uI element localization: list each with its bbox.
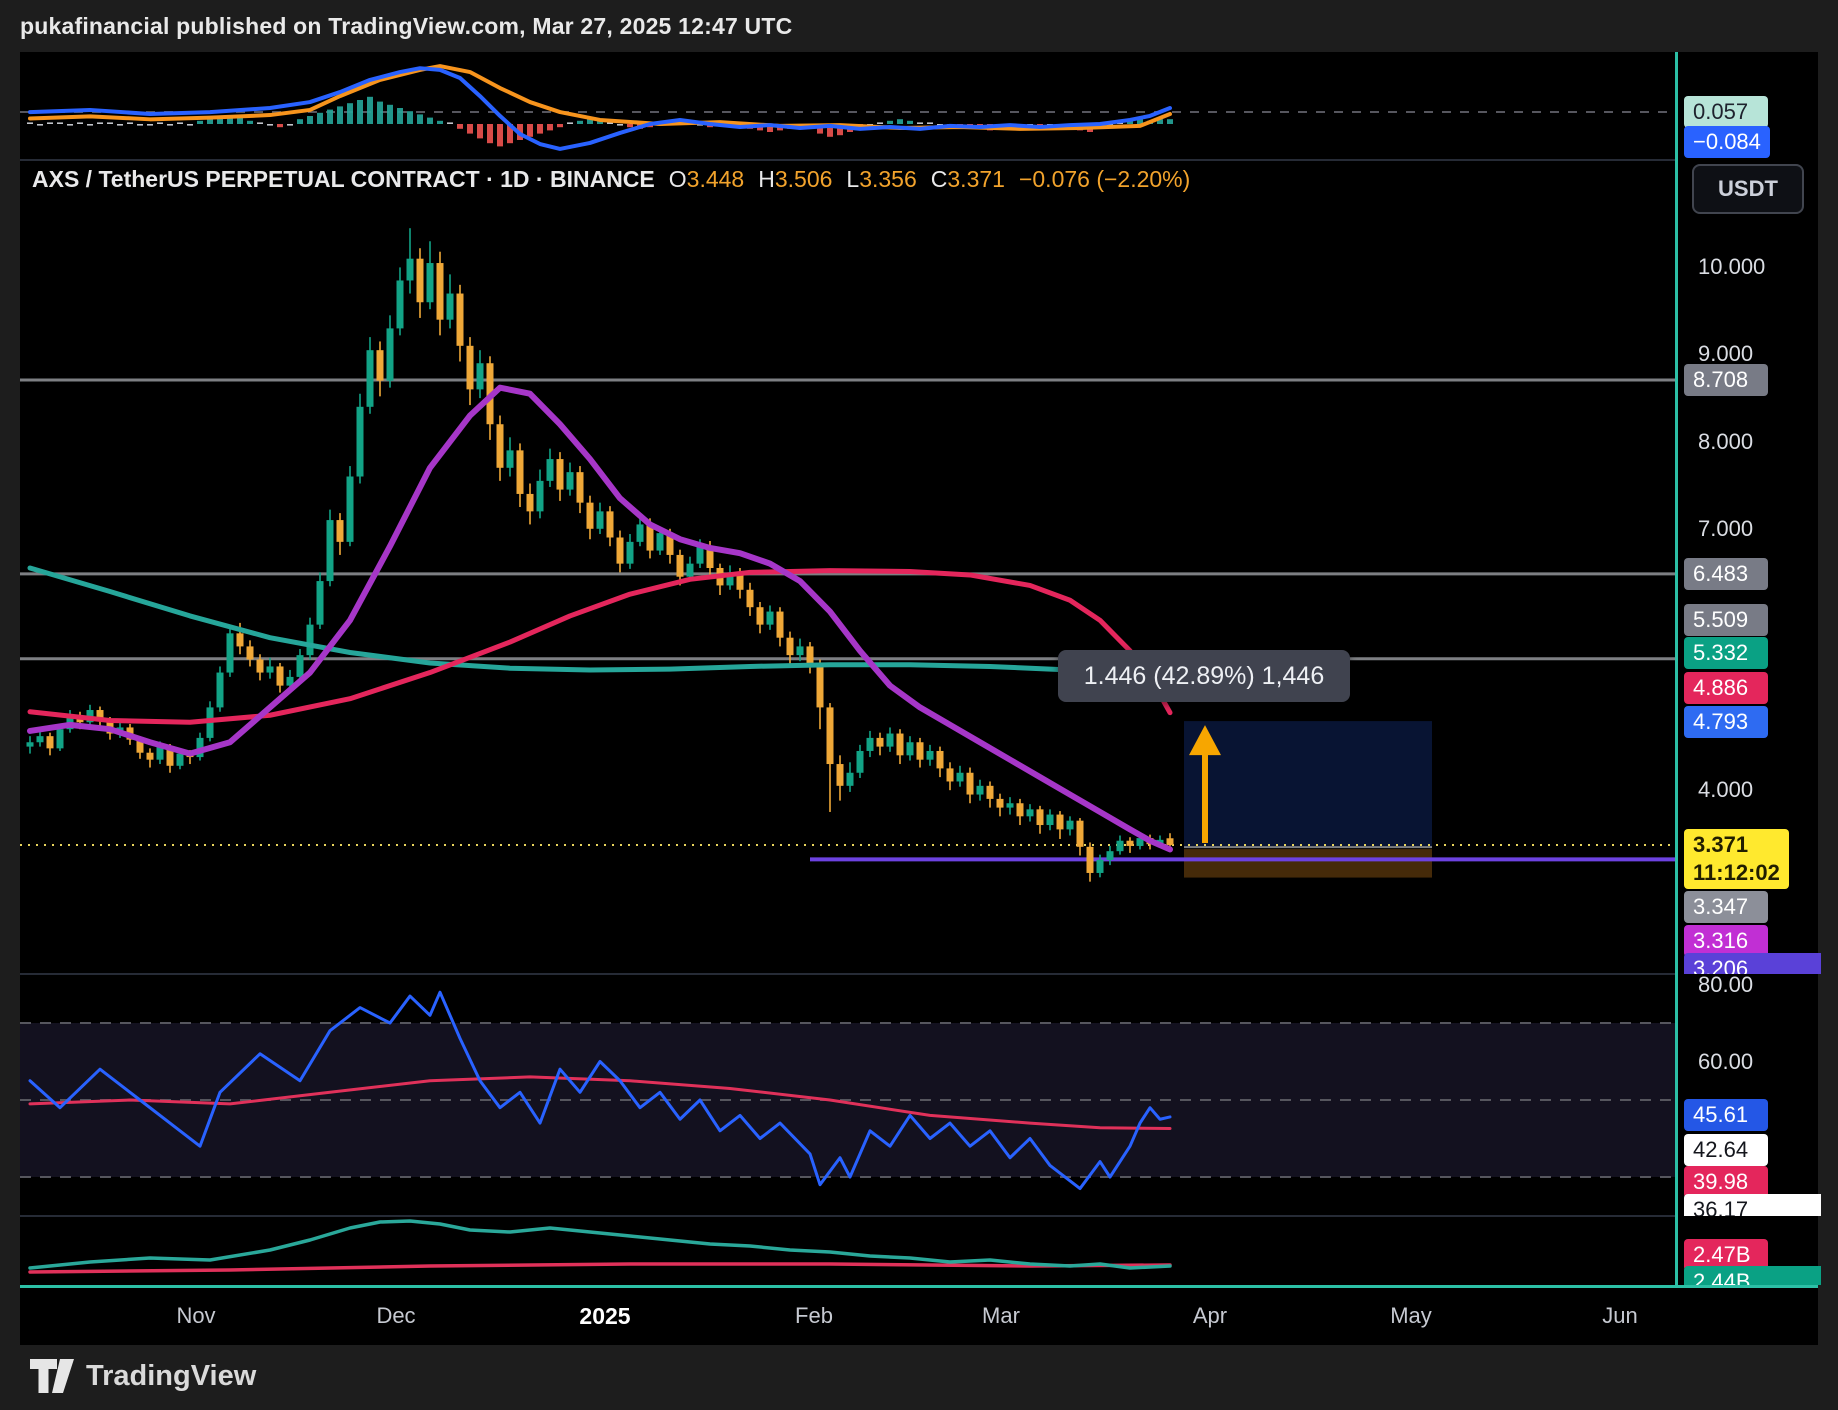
- low-value: 3.356: [859, 166, 917, 192]
- publish-header: pukafinancial published on TradingView.c…: [20, 0, 792, 52]
- clipped-label-wrap: 2.44B: [1678, 1266, 1821, 1285]
- price-label-4.793: 4.793: [1684, 706, 1768, 738]
- last-price-label: 3.37111:12:02: [1684, 829, 1789, 889]
- price-label-60.00: 60.00: [1684, 1046, 1768, 1078]
- tradingview-logo-icon: [30, 1359, 74, 1393]
- tradingview-brand-text: TradingView: [86, 1360, 256, 1393]
- time-label-Nov: Nov: [176, 1303, 215, 1329]
- high-value: 3.506: [775, 166, 833, 192]
- price-label-42.64: 42.64: [1684, 1134, 1768, 1166]
- change-value: −0.076 (−2.20%): [1019, 166, 1190, 192]
- measure-tool-shape: [1184, 721, 1432, 877]
- price-label-0.057: 0.057: [1684, 96, 1768, 128]
- chart-container: AXS / TetherUS PERPETUAL CONTRACT · 1D ·…: [20, 52, 1818, 1345]
- candles-layer: [27, 228, 1174, 881]
- time-label-Dec: Dec: [376, 1303, 415, 1329]
- price-label-8.708: 8.708: [1684, 364, 1768, 396]
- time-label-2025: 2025: [579, 1303, 630, 1330]
- gray-level-lines: [20, 380, 1675, 659]
- measure-tooltip: 1.446 (42.89%) 1,446: [1058, 650, 1350, 702]
- time-label-Jun: Jun: [1602, 1303, 1637, 1329]
- low-label: L: [846, 166, 859, 192]
- price-label-10.000: 10.000: [1684, 251, 1774, 283]
- time-label-May: May: [1390, 1303, 1432, 1329]
- high-label: H: [758, 166, 775, 192]
- footer-bar: TradingView: [0, 1345, 1838, 1410]
- price-label-6.483: 6.483: [1684, 558, 1768, 590]
- time-label-Feb: Feb: [795, 1303, 833, 1329]
- price-label-5.509: 5.509: [1684, 604, 1768, 636]
- close-label: C: [931, 166, 948, 192]
- price-label-5.332: 5.332: [1684, 637, 1768, 669]
- clipped-label-wrap: 36.17: [1678, 1194, 1821, 1216]
- symbol-legend[interactable]: AXS / TetherUS PERPETUAL CONTRACT · 1D ·…: [32, 166, 1190, 193]
- price-label-4.886: 4.886: [1684, 672, 1768, 704]
- symbol-title: AXS / TetherUS PERPETUAL CONTRACT · 1D ·…: [32, 166, 655, 192]
- price-label-36.17: 36.17: [1684, 1194, 1821, 1216]
- bottom-indicator-lines: [30, 1221, 1170, 1272]
- time-label-Mar: Mar: [982, 1303, 1020, 1329]
- macd-lines: [30, 66, 1170, 149]
- time-scale[interactable]: Nov Dec 2025 Feb Mar Apr May Jun: [20, 1285, 1818, 1345]
- time-label-Apr: Apr: [1193, 1303, 1227, 1329]
- measure-tooltip-text: 1.446 (42.89%) 1,446: [1084, 662, 1324, 691]
- price-label-2.44B: 2.44B: [1684, 1266, 1821, 1285]
- price-chart-canvas[interactable]: [20, 52, 1675, 1285]
- tradingview-brand-link[interactable]: TradingView: [30, 1359, 256, 1393]
- close-value: 3.371: [947, 166, 1005, 192]
- open-value: 3.448: [687, 166, 745, 192]
- price-scale[interactable]: USDT 0.057−0.08410.0009.0008.7088.0007.0…: [1675, 52, 1818, 1285]
- price-label-−0.084: −0.084: [1684, 126, 1770, 158]
- price-label-45.61: 45.61: [1684, 1099, 1768, 1131]
- open-label: O: [669, 166, 687, 192]
- price-label-8.000: 8.000: [1684, 426, 1768, 458]
- price-label-4.000: 4.000: [1684, 774, 1768, 806]
- price-label-80.00: 80.00: [1684, 969, 1768, 1001]
- moving-averages: [30, 388, 1170, 850]
- currency-toggle-button[interactable]: USDT: [1692, 164, 1804, 214]
- price-label-3.347: 3.347: [1684, 891, 1768, 923]
- price-label-7.000: 7.000: [1684, 513, 1768, 545]
- publish-header-text: pukafinancial published on TradingView.c…: [20, 13, 792, 40]
